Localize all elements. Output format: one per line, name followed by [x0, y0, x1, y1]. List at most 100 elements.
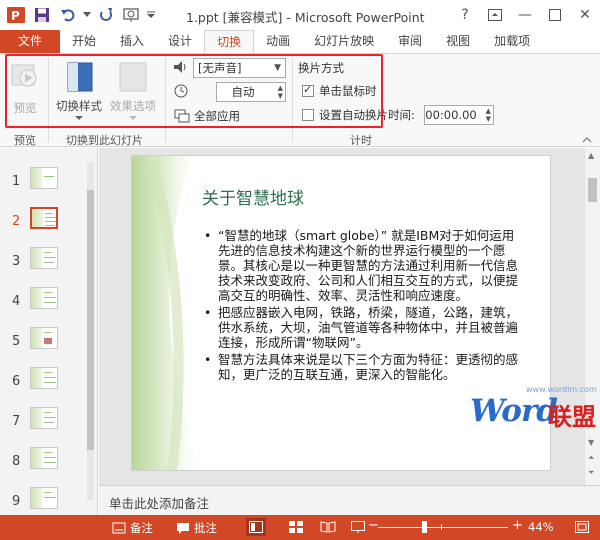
duration-clock-icon — [174, 84, 188, 101]
spinner-icon[interactable]: ▲ ▼ — [278, 84, 283, 100]
notes-label: 备注 — [130, 521, 153, 535]
preview-button[interactable]: 预览 — [10, 62, 40, 116]
slide-thumbnail[interactable]: 1 — [0, 162, 97, 202]
auto-advance-checkbox[interactable] — [302, 109, 314, 121]
transition-style-button[interactable]: 切换样式 — [56, 62, 102, 121]
normal-view-icon[interactable] — [246, 518, 266, 536]
slide-thumbnail[interactable]: 9 — [0, 482, 97, 515]
slide-thumbnail[interactable]: 6 — [0, 362, 97, 402]
collapse-ribbon-icon[interactable] — [582, 132, 592, 146]
slide-body[interactable]: “智慧的地球（smart globe）” 就是IBM对于如何运用先进的信息技术构… — [202, 228, 524, 384]
tab-insert[interactable]: 插入 — [108, 30, 156, 53]
duration-stepper[interactable]: 自动 ▲ ▼ — [216, 82, 286, 102]
slide-sorter-view-icon[interactable] — [288, 519, 304, 535]
scrollbar-thumb[interactable] — [588, 178, 597, 202]
zoom-out-button[interactable]: − — [368, 518, 379, 533]
customize-toolbar-icon[interactable] — [146, 3, 156, 27]
tab-animations[interactable]: 动画 — [254, 30, 302, 53]
notes-toggle-button[interactable]: 备注 — [112, 520, 153, 536]
slide-thumbnail[interactable]: 3 — [0, 242, 97, 282]
watermark-logo: www.wordlm.com Word 联盟 — [470, 385, 598, 435]
on-click-label: 单击鼠标时 — [319, 84, 377, 98]
slide-number: 8 — [12, 454, 21, 469]
maximize-icon[interactable] — [540, 0, 570, 30]
undo-icon[interactable] — [56, 3, 80, 27]
zoom-in-button[interactable]: + — [512, 518, 523, 533]
slide-thumbnail-image — [30, 407, 58, 429]
powerpoint-logo-icon[interactable]: P — [4, 3, 28, 27]
slide-thumbnail[interactable]: 7 — [0, 402, 97, 442]
apply-all-icon — [174, 109, 190, 123]
quick-access-toolbar: P — [0, 0, 158, 30]
tab-slideshow[interactable]: 幻灯片放映 — [302, 30, 386, 53]
tab-transitions[interactable]: 切换 — [204, 30, 255, 53]
slide-thumbnail-image — [30, 327, 58, 349]
tab-view[interactable]: 视图 — [434, 30, 482, 53]
ribbon-tabs: 文件 开始 插入 设计 切换 动画 幻灯片放映 审阅 视图 加载项 — [0, 30, 600, 53]
slide-title[interactable]: 关于智慧地球 — [202, 184, 304, 209]
slide-thumbnail-image — [30, 287, 58, 309]
undo-dropdown-icon[interactable] — [82, 3, 92, 27]
slide-thumbnail[interactable]: 5 — [0, 322, 97, 362]
advance-slide-title: 换片方式 — [298, 61, 344, 75]
help-button[interactable]: ? — [450, 0, 480, 30]
transition-style-icon — [67, 62, 93, 92]
preview-icon — [11, 64, 37, 87]
ribbon-display-options-icon[interactable] — [480, 0, 510, 30]
sound-select[interactable]: [无声音] ▼ — [193, 58, 286, 78]
slide-thumbnail[interactable]: 4 — [0, 282, 97, 322]
effect-options-icon — [119, 62, 147, 92]
on-click-checkbox[interactable] — [302, 83, 314, 97]
effect-options-label: 效果选项 — [110, 99, 156, 113]
thumbnails-scrollbar[interactable] — [85, 150, 96, 512]
group-label-preview: 预览 — [14, 134, 36, 147]
fit-slide-icon[interactable] — [574, 519, 590, 535]
slideshow-view-icon[interactable] — [350, 519, 366, 535]
slide-thumbnail-image — [30, 367, 58, 389]
comments-toggle-button[interactable]: 批注 — [176, 520, 217, 536]
slide-thumbnail-image — [30, 167, 58, 189]
auto-advance-label: 设置自动换片时间: — [319, 108, 415, 122]
apply-all-button[interactable]: 全部应用 — [174, 108, 240, 124]
comments-label: 批注 — [194, 521, 217, 535]
ribbon-separator — [48, 58, 49, 142]
effect-options-button[interactable]: 效果选项 — [110, 62, 156, 121]
tab-design[interactable]: 设计 — [156, 30, 204, 53]
comments-icon — [177, 523, 189, 534]
close-button[interactable]: ✕ — [570, 0, 600, 30]
reading-view-icon[interactable] — [320, 519, 336, 535]
tab-file[interactable]: 文件 — [0, 30, 61, 53]
auto-advance-time-value: 00:00.00 — [425, 108, 477, 122]
notes-placeholder: 单击此处添加备注 — [109, 496, 210, 511]
scrollbar-thumb[interactable] — [87, 190, 94, 450]
slide-thumbnail-image — [30, 247, 58, 269]
auto-advance-time-stepper[interactable]: 00:00.00 ▲ ▼ — [424, 105, 494, 125]
spinner-icon[interactable]: ▲ ▼ — [486, 107, 491, 123]
minimize-button[interactable]: — — [510, 0, 540, 30]
redo-icon[interactable] — [94, 3, 118, 27]
zoom-slider-track[interactable] — [378, 527, 508, 528]
zoom-level[interactable]: 44% — [528, 520, 554, 534]
slide-bullet: 把感应器嵌入电网，铁路，桥梁，隧道，公路，建筑，供水系统，大坝，油气管道等各种物… — [202, 305, 524, 350]
next-slide-icon[interactable]: ⏷ — [588, 468, 594, 478]
slide-bullet: 智慧方法具体来说是以下三个方面为特征：更透彻的感知，更广泛的互联互通，更深入的智… — [202, 352, 524, 382]
notes-icon — [112, 522, 126, 534]
tab-home[interactable]: 开始 — [60, 30, 108, 53]
slideshow-from-start-icon[interactable] — [120, 3, 144, 27]
notes-pane[interactable]: 单击此处添加备注 — [99, 485, 600, 515]
slide-number: 3 — [12, 254, 21, 269]
title-bar: P 1.ppt [兼容模式] - Microsoft PowerPoint ? … — [0, 0, 600, 30]
scroll-up-icon[interactable]: ▲ — [588, 151, 594, 160]
chevron-down-icon — [75, 116, 83, 120]
svg-text:P: P — [11, 9, 20, 23]
previous-slide-icon[interactable]: ⏶ — [588, 453, 594, 463]
scroll-down-icon[interactable]: ▼ — [588, 438, 594, 447]
zoom-slider-thumb[interactable] — [422, 521, 427, 533]
ribbon-separator — [292, 58, 293, 142]
save-icon[interactable] — [30, 3, 54, 27]
tab-review[interactable]: 审阅 — [386, 30, 434, 53]
tab-addins[interactable]: 加载项 — [482, 30, 542, 53]
watermark-lm: 联盟 — [548, 403, 596, 431]
slide-thumbnail-selected[interactable]: 2 — [0, 202, 97, 242]
slide-thumbnail[interactable]: 8 — [0, 442, 97, 482]
